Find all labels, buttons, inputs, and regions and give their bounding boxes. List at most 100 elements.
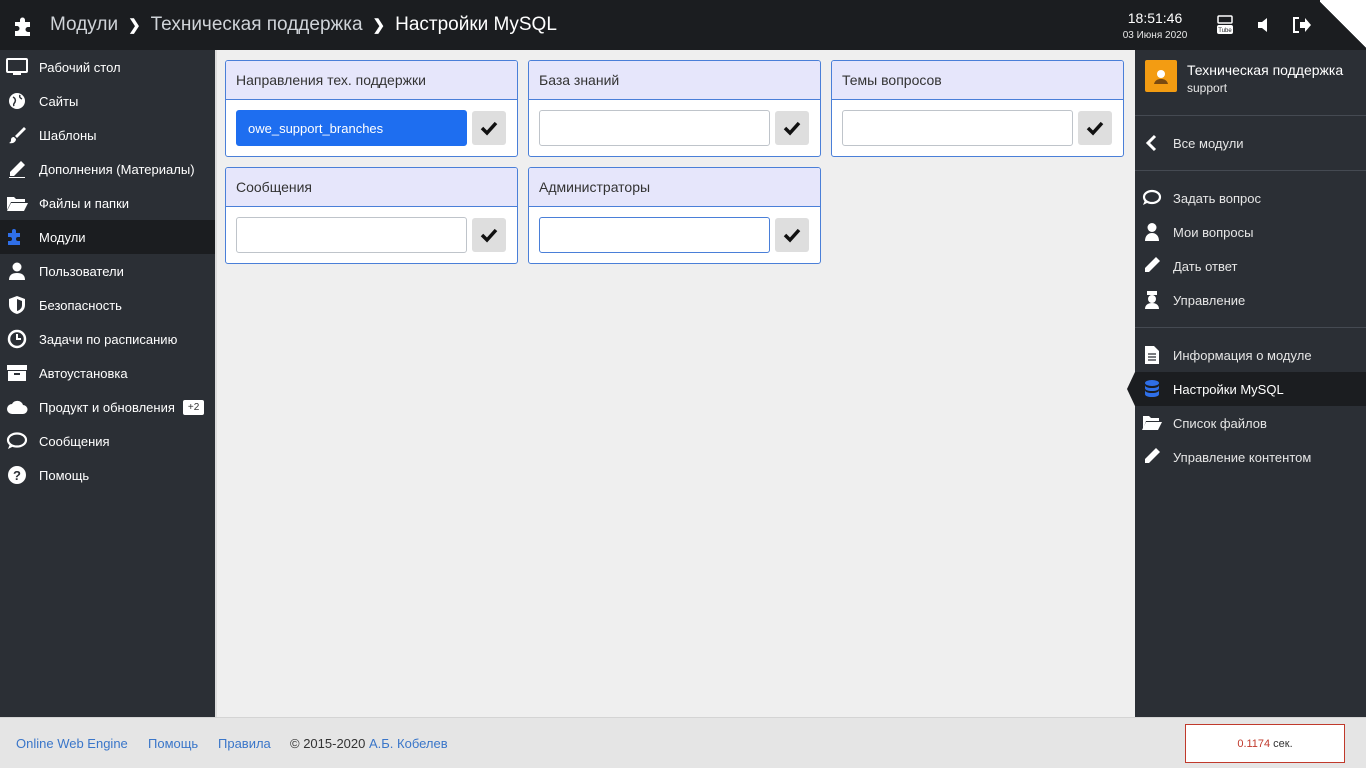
brush-icon xyxy=(9,127,26,144)
left-sidebar: Рабочий стол Сайты Шаблоны Дополнения (М… xyxy=(0,50,223,717)
svg-text:?: ? xyxy=(13,468,21,483)
sidebar-item-users[interactable]: Пользователи xyxy=(0,254,215,288)
menu-management[interactable]: Управление xyxy=(1135,283,1366,317)
sidebar-item-messages[interactable]: Сообщения xyxy=(0,424,215,458)
nav-label: Информация о модуле xyxy=(1173,347,1312,363)
breadcrumb-support[interactable]: Техническая поддержка xyxy=(151,14,363,36)
menu-content-management[interactable]: Управление контентом xyxy=(1135,440,1366,474)
save-button[interactable] xyxy=(1078,111,1112,145)
save-button[interactable] xyxy=(472,218,506,252)
sidebar-item-security[interactable]: Безопасность xyxy=(0,288,215,322)
nav-label: Настройки MySQL xyxy=(1173,381,1284,397)
chevron-right-icon: ❯ xyxy=(372,17,386,34)
pencil-icon xyxy=(9,161,25,178)
nav-label: Управление xyxy=(1173,292,1246,308)
sidebar-item-label: Автоустановка xyxy=(39,365,128,381)
menu-my-questions[interactable]: Мои вопросы xyxy=(1135,215,1366,249)
main-content: Направления тех. поддержки База знаний Т… xyxy=(215,50,1135,717)
user-icon xyxy=(1145,223,1159,241)
nav-label: Управление контентом xyxy=(1173,449,1312,465)
panel-title: База знаний xyxy=(529,61,820,100)
save-button[interactable] xyxy=(775,111,809,145)
nav-label: Все модули xyxy=(1173,135,1244,151)
sidebar-item-label: Дополнения (Материалы) xyxy=(39,161,195,177)
menu-give-answer[interactable]: Дать ответ xyxy=(1135,249,1366,283)
sidebar-item-label: Пользователи xyxy=(39,263,124,279)
monitor-icon xyxy=(6,58,28,75)
module-title: Техническая поддержка xyxy=(1187,62,1344,78)
corner-decoration xyxy=(1320,0,1366,50)
sidebar-item-updates[interactable]: Продукт и обновления +2 xyxy=(0,390,215,424)
save-button[interactable] xyxy=(472,111,506,145)
sidebar-item-label: Рабочий стол xyxy=(39,59,121,75)
top-bar: Модули ❯ Техническая поддержка ❯ Настрой… xyxy=(0,0,1366,50)
svg-text:Tube: Tube xyxy=(1218,28,1232,34)
user-icon xyxy=(9,262,25,280)
logout-icon[interactable] xyxy=(1290,14,1312,36)
youtube-icon[interactable]: Tube xyxy=(1214,14,1236,36)
menu-file-list[interactable]: Список файлов xyxy=(1135,406,1366,440)
pencil-icon xyxy=(1145,257,1160,272)
question-topics-input[interactable] xyxy=(842,110,1073,146)
menu-module-info[interactable]: Информация о модуле xyxy=(1135,338,1366,372)
module-subtitle: support xyxy=(1187,81,1228,95)
panel-question-topics: Темы вопросов xyxy=(831,60,1124,157)
footer: Online Web Engine Помощь Правила © 2015-… xyxy=(0,717,1366,768)
panel-knowledge-base: База знаний xyxy=(528,60,821,157)
chevron-right-icon: ❯ xyxy=(128,17,141,34)
nav-label: Мои вопросы xyxy=(1173,224,1254,240)
footer-link-owe[interactable]: Online Web Engine xyxy=(16,736,128,751)
help-icon: ? xyxy=(8,466,26,484)
panel-support-branches: Направления тех. поддержки xyxy=(225,60,518,157)
volume-icon[interactable] xyxy=(1254,14,1276,36)
support-icon xyxy=(1154,70,1168,84)
chevron-left-icon xyxy=(1145,134,1157,152)
shield-icon xyxy=(9,296,25,314)
all-modules-link[interactable]: Все модули xyxy=(1135,126,1366,160)
puzzle-icon xyxy=(8,229,20,245)
sidebar-item-desktop[interactable]: Рабочий стол xyxy=(0,50,215,84)
module-header: Техническая поддержка support xyxy=(1135,50,1366,116)
knowledge-base-input[interactable] xyxy=(539,110,770,146)
page-timer: 0.1174 сек. xyxy=(1185,724,1345,763)
sidebar-item-label: Файлы и папки xyxy=(39,195,130,211)
footer-link-rules[interactable]: Правила xyxy=(218,736,271,751)
nav-label: Задать вопрос xyxy=(1173,190,1261,206)
sidebar-item-sites[interactable]: Сайты xyxy=(0,84,215,118)
support-branches-input[interactable] xyxy=(236,110,467,146)
sidebar-item-label: Сайты xyxy=(39,93,79,109)
check-icon xyxy=(480,121,498,136)
chat-icon xyxy=(6,432,28,449)
sidebar-item-label: Шаблоны xyxy=(39,127,97,143)
sidebar-item-help[interactable]: ? Помощь xyxy=(0,458,215,492)
folder-icon xyxy=(1142,416,1162,430)
nav-label: Список файлов xyxy=(1173,415,1267,431)
panel-title: Сообщения xyxy=(226,168,517,207)
check-icon xyxy=(783,121,801,136)
right-sidebar: Техническая поддержка support Все модули… xyxy=(1127,50,1366,717)
clock-date: 03 Июня 2020 xyxy=(1122,30,1188,41)
author-link[interactable]: А.Б. Кобелев xyxy=(369,736,448,751)
sidebar-item-templates[interactable]: Шаблоны xyxy=(0,118,215,152)
footer-link-help[interactable]: Помощь xyxy=(148,736,198,751)
sidebar-item-schedule[interactable]: Задачи по расписанию xyxy=(0,322,215,356)
breadcrumb: Модули ❯ Техническая поддержка ❯ Настрой… xyxy=(50,0,557,50)
sidebar-item-label: Продукт и обновления xyxy=(39,399,175,415)
chat-icon xyxy=(1142,189,1162,205)
sidebar-item-addons[interactable]: Дополнения (Материалы) xyxy=(0,152,215,186)
sidebar-item-modules[interactable]: Модули xyxy=(0,220,223,254)
menu-mysql-settings[interactable]: Настройки MySQL xyxy=(1127,372,1366,406)
administrators-input[interactable] xyxy=(539,217,770,253)
folder-icon xyxy=(7,197,28,211)
sidebar-item-label: Задачи по расписанию xyxy=(39,331,178,347)
sidebar-item-autoinstall[interactable]: Автоустановка xyxy=(0,356,215,390)
breadcrumb-modules[interactable]: Модули xyxy=(50,14,118,36)
timer-value: 0.1174 xyxy=(1237,737,1271,750)
sidebar-item-files[interactable]: Файлы и папки xyxy=(0,186,215,220)
save-button[interactable] xyxy=(775,218,809,252)
menu-ask-question[interactable]: Задать вопрос xyxy=(1135,181,1366,215)
document-icon xyxy=(1145,346,1159,364)
cloud-icon xyxy=(7,400,28,414)
messages-input[interactable] xyxy=(236,217,467,253)
puzzle-icon[interactable] xyxy=(12,14,36,38)
